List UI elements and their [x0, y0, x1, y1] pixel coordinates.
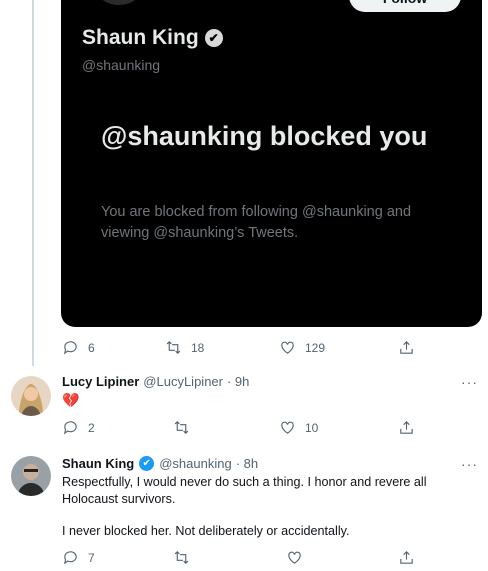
- verified-badge-icon: ✔: [139, 456, 155, 471]
- follow-button: Follow: [349, 0, 461, 12]
- blocked-description: You are blocked from following @shaunkin…: [101, 204, 412, 241]
- card-avatar: [87, 0, 151, 8]
- reply-button[interactable]: 2: [62, 419, 95, 436]
- share-button[interactable]: [398, 419, 415, 436]
- retweet-button[interactable]: [173, 419, 199, 436]
- retweet-icon: [166, 341, 181, 354]
- share-button[interactable]: [398, 339, 415, 356]
- heart-icon: [281, 341, 294, 354]
- like-button[interactable]: 10: [279, 419, 318, 436]
- tweet-body: 💔: [62, 392, 80, 408]
- reply-icon: [63, 341, 77, 355]
- avatar[interactable]: [11, 376, 51, 416]
- more-options-icon[interactable]: ···: [461, 456, 478, 472]
- tweet-header: Shaun King ✔ @shaunking · 8h: [62, 456, 258, 471]
- reply-count: 7: [88, 550, 95, 565]
- more-options-icon[interactable]: ···: [461, 374, 478, 390]
- retweet-count: 18: [191, 340, 205, 355]
- reply-count: 6: [88, 340, 95, 355]
- reply-button[interactable]: 6: [62, 339, 95, 356]
- verified-badge-icon: ✔: [204, 29, 223, 47]
- card-name-text: Shaun King: [82, 26, 199, 49]
- thread-connector-line: [32, 0, 34, 366]
- tweet-actions: 7: [62, 549, 422, 569]
- handle[interactable]: @shaunking: [159, 456, 231, 471]
- timestamp[interactable]: · 8h: [236, 456, 258, 471]
- reply-icon: [63, 551, 77, 565]
- reply-icon: [63, 421, 77, 435]
- avatar[interactable]: [11, 456, 51, 496]
- reply-count: 2: [88, 420, 95, 435]
- retweet-button[interactable]: [173, 549, 199, 566]
- heart-icon: [281, 421, 294, 434]
- share-icon: [400, 421, 413, 434]
- card-display-name: Shaun King ✔: [82, 26, 223, 50]
- retweet-icon: [174, 551, 189, 564]
- like-button[interactable]: 129: [279, 339, 325, 356]
- card-handle: @shaunking: [82, 57, 161, 73]
- like-button[interactable]: [286, 549, 312, 566]
- tweet-body-paragraph-1: Respectfully, I would never do such a th…: [62, 475, 427, 506]
- tweet-header: Lucy Lipiner @LucyLipiner · 9h: [62, 374, 249, 389]
- reply-button[interactable]: 7: [62, 549, 95, 566]
- blocked-title: @shaunking blocked you: [101, 121, 428, 151]
- tweet-actions: 6 18 129: [62, 339, 422, 359]
- retweet-button[interactable]: 18: [165, 339, 204, 356]
- share-icon: [400, 341, 413, 354]
- handle[interactable]: @LucyLipiner: [143, 374, 223, 389]
- display-name[interactable]: Lucy Lipiner: [62, 374, 139, 389]
- heart-icon: [288, 551, 301, 564]
- share-icon: [400, 551, 413, 564]
- retweet-icon: [174, 421, 189, 434]
- tweet-actions: 2 10: [62, 419, 422, 439]
- tweet-body-paragraph-2: I never blocked her. Not deliberately or…: [62, 524, 350, 538]
- like-count: 129: [305, 340, 326, 355]
- display-name[interactable]: Shaun King: [62, 456, 134, 471]
- timestamp[interactable]: · 9h: [227, 374, 249, 389]
- embedded-blocked-screenshot[interactable]: Follow Shaun King ✔ @shaunking @shaunkin…: [61, 0, 482, 327]
- like-count: 10: [305, 420, 319, 435]
- share-button[interactable]: [398, 549, 415, 566]
